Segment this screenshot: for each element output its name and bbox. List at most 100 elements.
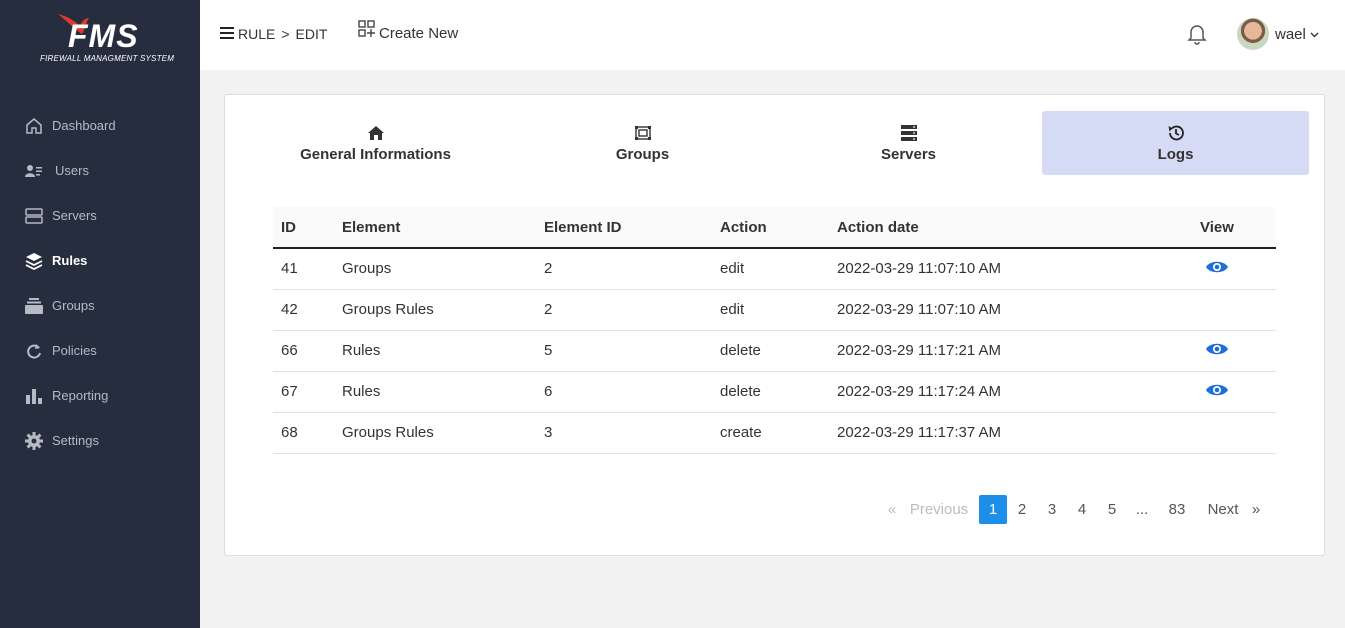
cell-id: 67 xyxy=(273,371,334,413)
sidebar-item-label: Groups xyxy=(52,298,95,313)
cell-view xyxy=(1158,330,1276,372)
sidebar-item-servers[interactable]: Servers xyxy=(0,193,200,238)
pagination-page-1[interactable]: 1 xyxy=(979,494,1007,524)
tab-label: Servers xyxy=(880,145,937,163)
cell-element: Groups Rules xyxy=(334,412,536,454)
sidebar-item-dashboard[interactable]: Dashboard xyxy=(0,103,200,148)
pagination-next[interactable]: Next xyxy=(1197,494,1249,524)
column-header-view: View xyxy=(1158,207,1276,249)
cell-id: 42 xyxy=(273,289,334,331)
tab-groups[interactable]: Groups xyxy=(509,111,776,175)
users-icon xyxy=(24,161,44,181)
cell-view xyxy=(1158,289,1276,331)
table-row: 67 Rules 6 delete 2022-03-29 11:17:24 AM xyxy=(273,371,1276,413)
sidebar-item-label: Servers xyxy=(52,208,97,223)
cell-element-id: 6 xyxy=(536,371,712,413)
hamburger-menu-icon[interactable] xyxy=(220,26,234,42)
sidebar-item-groups[interactable]: Groups xyxy=(0,283,200,328)
cell-element-id: 2 xyxy=(536,289,712,331)
table-row: 68 Groups Rules 3 create 2022-03-29 11:17:37… xyxy=(273,412,1276,454)
user-menu[interactable]: wael xyxy=(1237,18,1319,50)
cell-action-date: 2022-03-29 11:07:10 AM xyxy=(829,248,1158,290)
cell-element: Groups Rules xyxy=(334,289,536,331)
sidebar: FMS FIREWALL MANAGMENT SYSTEM Dashboard … xyxy=(0,0,200,628)
server-icon xyxy=(24,206,44,226)
breadcrumb: RULE > EDIT xyxy=(220,26,327,42)
tab-label: Groups xyxy=(615,145,670,163)
cell-element: Groups xyxy=(334,248,536,290)
cell-element-id: 5 xyxy=(536,330,712,372)
cell-action: create xyxy=(712,412,829,454)
sidebar-nav: Dashboard Users Servers Rules Groups Pol… xyxy=(0,103,200,463)
create-new-button[interactable]: Create New xyxy=(358,19,459,42)
pagination-last[interactable]: » xyxy=(1249,494,1263,524)
cell-action-date: 2022-03-29 11:17:21 AM xyxy=(829,330,1158,372)
pagination-page-last[interactable]: 83 xyxy=(1157,494,1197,524)
tab-logs[interactable]: Logs xyxy=(1042,111,1309,175)
logo-text: FMS xyxy=(68,18,139,54)
pagination-page-5[interactable]: 5 xyxy=(1097,494,1127,524)
cell-element-id: 2 xyxy=(536,248,712,290)
pagination-page-3[interactable]: 3 xyxy=(1037,494,1067,524)
breadcrumb-current: EDIT xyxy=(295,26,328,42)
cell-action: delete xyxy=(712,330,829,372)
pagination-page-4[interactable]: 4 xyxy=(1067,494,1097,524)
tab-servers[interactable]: Servers xyxy=(775,111,1042,175)
sidebar-item-settings[interactable]: Settings xyxy=(0,418,200,463)
tab-label: Logs xyxy=(1157,145,1194,163)
bar-chart-icon xyxy=(24,386,44,406)
sidebar-item-policies[interactable]: Policies xyxy=(0,328,200,373)
cell-action-date: 2022-03-29 11:17:37 AM xyxy=(829,412,1158,454)
cell-action: delete xyxy=(712,371,829,413)
cell-id: 68 xyxy=(273,412,334,454)
cell-element: Rules xyxy=(334,371,536,413)
top-bar: RULE > EDIT Create New wael xyxy=(200,0,1345,70)
table-header-row: ID Element Element ID Action Action date… xyxy=(273,207,1276,249)
column-header-element-id: Element ID xyxy=(536,207,712,249)
sidebar-item-label: Users xyxy=(55,163,89,178)
history-icon xyxy=(1167,124,1185,142)
avatar xyxy=(1237,18,1269,50)
sidebar-item-users[interactable]: Users xyxy=(0,148,200,193)
column-header-id: ID xyxy=(273,207,334,249)
add-grid-icon xyxy=(358,19,376,42)
view-eye-icon[interactable] xyxy=(1205,341,1229,361)
pagination-first: « xyxy=(887,500,897,518)
breadcrumb-root[interactable]: RULE xyxy=(238,26,275,42)
stack-icon xyxy=(24,296,44,316)
sidebar-item-reporting[interactable]: Reporting xyxy=(0,373,200,418)
create-new-label: Create New xyxy=(379,25,459,42)
home-icon xyxy=(24,116,44,136)
sidebar-item-label: Policies xyxy=(52,343,97,358)
table-row: 42 Groups Rules 2 edit 2022-03-29 11:07:10 A… xyxy=(273,289,1276,331)
pagination-previous: Previous xyxy=(909,500,969,518)
pagination-ellipsis: ... xyxy=(1135,500,1149,518)
sidebar-item-label: Reporting xyxy=(52,388,109,403)
sidebar-item-rules[interactable]: Rules xyxy=(0,238,200,283)
cell-view xyxy=(1158,371,1276,413)
cell-action-date: 2022-03-29 11:17:24 AM xyxy=(829,371,1158,413)
sidebar-item-label: Settings xyxy=(52,433,99,448)
notification-bell-icon[interactable] xyxy=(1187,23,1207,50)
gear-icon xyxy=(24,431,44,451)
cell-action: edit xyxy=(712,248,829,290)
breadcrumb-separator: > xyxy=(281,26,290,42)
column-header-element: Element xyxy=(334,207,536,249)
view-eye-icon[interactable] xyxy=(1205,259,1229,279)
sidebar-item-label: Rules xyxy=(52,253,88,268)
cell-action: edit xyxy=(712,289,829,331)
pagination-page-2[interactable]: 2 xyxy=(1007,494,1037,524)
cell-action-date: 2022-03-29 11:07:10 AM xyxy=(829,289,1158,331)
cell-element-id: 3 xyxy=(536,412,712,454)
view-eye-icon[interactable] xyxy=(1205,382,1229,402)
sidebar-item-label: Dashboard xyxy=(52,118,116,133)
table-row: 41 Groups 2 edit 2022-03-29 11:07:10 AM xyxy=(273,248,1276,290)
sync-icon xyxy=(24,341,44,361)
logs-table: ID Element Element ID Action Action date… xyxy=(273,207,1276,454)
table-row: 66 Rules 5 delete 2022-03-29 11:17:21 AM xyxy=(273,330,1276,372)
fms-logo[interactable]: FMS FIREWALL MANAGMENT SYSTEM xyxy=(36,10,176,70)
tab-general-informations[interactable]: General Informations xyxy=(242,111,509,175)
username: wael xyxy=(1275,25,1306,43)
layers-icon xyxy=(24,251,44,271)
cell-view xyxy=(1158,248,1276,290)
